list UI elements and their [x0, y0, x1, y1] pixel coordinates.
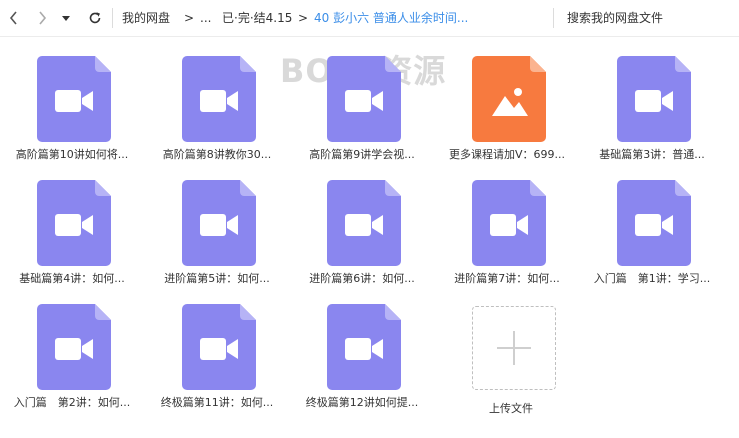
- breadcrumb-folder[interactable]: 已·完·结4.15: [222, 10, 292, 26]
- file-tile[interactable]: 高阶篇第8讲教你30...: [147, 44, 287, 164]
- breadcrumb-root[interactable]: 我的网盘: [122, 10, 170, 26]
- breadcrumb-separator: >: [298, 11, 309, 25]
- file-tile[interactable]: 入门篇 第1讲：学习...: [582, 168, 722, 288]
- video-file-icon: [182, 304, 256, 390]
- file-tile[interactable]: 进阶篇第6讲：如何...: [292, 168, 432, 288]
- file-name: 入门篇 第2讲：如何...: [13, 396, 131, 409]
- file-name: 基础篇第3讲：普通...: [599, 148, 705, 161]
- plus-icon: [497, 331, 531, 365]
- breadcrumb-ellipsis[interactable]: ...: [200, 10, 211, 26]
- upload-tile[interactable]: 上传文件: [441, 298, 581, 418]
- file-name: 高阶篇第8讲教你30...: [162, 148, 272, 161]
- video-file-icon: [327, 56, 401, 142]
- file-name: 进阶篇第6讲：如何...: [309, 272, 415, 285]
- breadcrumb-current: 40 彭小六 普通人业余时间...: [314, 11, 469, 25]
- video-file-icon: [327, 304, 401, 390]
- caret-down-icon[interactable]: [56, 8, 76, 28]
- toolbar-divider: [553, 8, 554, 28]
- video-file-icon: [327, 180, 401, 266]
- video-file-icon: [37, 304, 111, 390]
- file-name: 基础篇第4讲：如何...: [19, 272, 125, 285]
- upload-label: 上传文件: [489, 402, 533, 415]
- chevron-left-icon[interactable]: [4, 8, 24, 28]
- breadcrumb-separator: >: [184, 11, 195, 25]
- file-name: 进阶篇第5讲：如何...: [164, 272, 270, 285]
- toolbar-divider: [112, 8, 113, 28]
- file-tile[interactable]: 更多课程请加V：699...: [437, 44, 577, 164]
- file-tile[interactable]: 进阶篇第7讲：如何...: [437, 168, 577, 288]
- file-tile[interactable]: 高阶篇第10讲如何将...: [2, 44, 142, 164]
- video-file-icon: [472, 180, 546, 266]
- video-file-icon: [182, 180, 256, 266]
- file-tile[interactable]: 入门篇 第2讲：如何...: [2, 292, 142, 412]
- file-name: 进阶篇第7讲：如何...: [454, 272, 560, 285]
- file-name: 入门篇 第1讲：学习...: [593, 272, 711, 285]
- chevron-right-icon[interactable]: [32, 8, 52, 28]
- file-tile[interactable]: 高阶篇第9讲学会视...: [292, 44, 432, 164]
- file-tile[interactable]: 基础篇第4讲：如何...: [2, 168, 142, 288]
- video-file-icon: [617, 180, 691, 266]
- file-name: 终极篇第12讲如何提...: [305, 396, 419, 409]
- search-input[interactable]: 搜索我的网盘文件: [567, 10, 663, 26]
- video-file-icon: [617, 56, 691, 142]
- file-name: 终极篇第11讲：如何...: [160, 396, 274, 409]
- image-file-icon: [472, 56, 546, 142]
- video-file-icon: [37, 56, 111, 142]
- refresh-icon[interactable]: [85, 8, 105, 28]
- file-tile[interactable]: 终极篇第12讲如何提...: [292, 292, 432, 412]
- file-tile[interactable]: 进阶篇第5讲：如何...: [147, 168, 287, 288]
- upload-button[interactable]: [472, 306, 556, 390]
- file-name: 高阶篇第9讲学会视...: [309, 148, 415, 161]
- file-tile[interactable]: 终极篇第11讲：如何...: [147, 292, 287, 412]
- toolbar: 我的网盘 > ... 已·完·结4.15 > 40 彭小六 普通人业余时间...…: [0, 0, 739, 37]
- video-file-icon: [37, 180, 111, 266]
- video-file-icon: [182, 56, 256, 142]
- file-tile[interactable]: 基础篇第3讲：普通...: [582, 44, 722, 164]
- file-name: 更多课程请加V：699...: [448, 148, 565, 161]
- file-name: 高阶篇第10讲如何将...: [15, 148, 129, 161]
